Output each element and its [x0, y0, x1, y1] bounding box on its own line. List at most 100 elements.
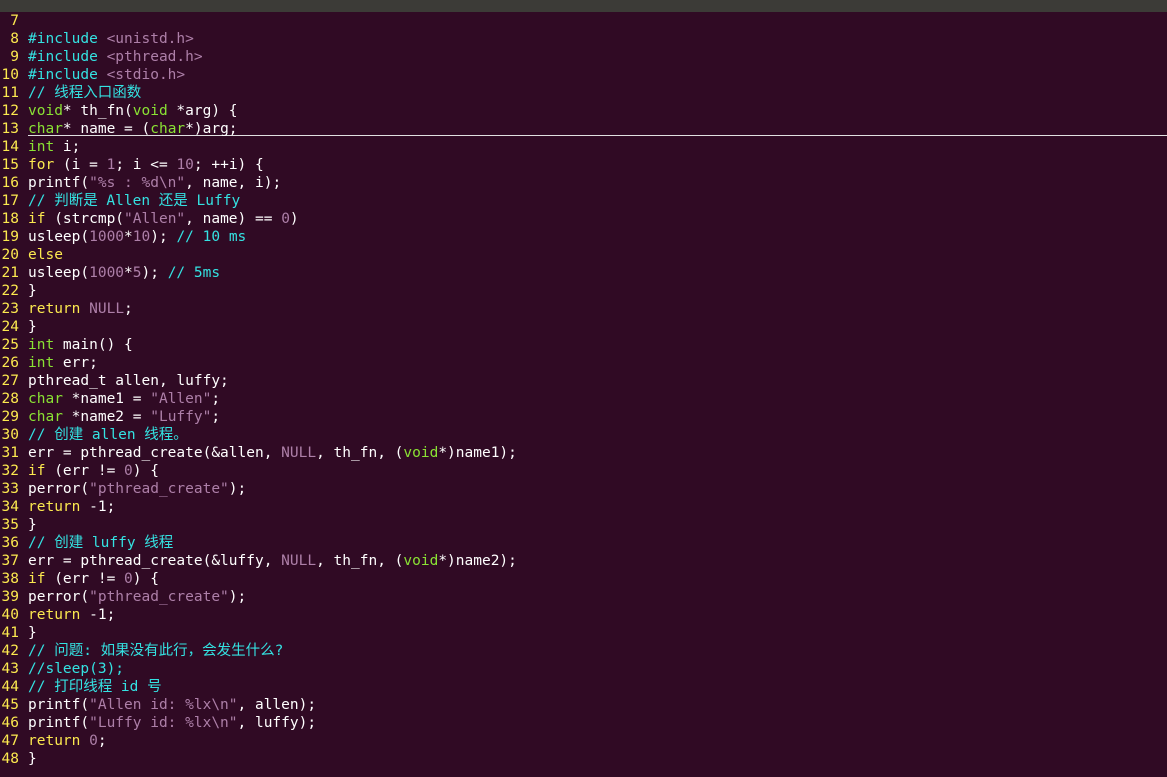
- code-token: int: [28, 139, 55, 155]
- code-token: ): [289, 211, 299, 227]
- code-token: (err !=: [45, 571, 125, 587]
- code-token: <pthread.h>: [97, 49, 203, 65]
- line-number: 16: [1, 175, 19, 191]
- line-number: 32: [1, 463, 19, 479]
- line-number: 36: [1, 535, 19, 551]
- code-token: ;: [211, 409, 221, 425]
- code-token: "pthread_create": [89, 481, 229, 497]
- line-number: 12: [1, 103, 19, 119]
- code-text: perror("pthread_create");: [28, 480, 246, 498]
- code-token: <stdio.h>: [97, 67, 186, 83]
- code-token: 0: [281, 211, 290, 227]
- code-token: 10: [132, 229, 151, 245]
- code-token: perror(: [28, 481, 90, 497]
- code-token: "Allen id: %lx\n": [89, 697, 238, 713]
- code-text: // 问题: 如果没有此行，会发生什么?: [28, 642, 283, 660]
- code-token: *: [124, 265, 133, 281]
- code-token: if: [28, 463, 46, 479]
- code-text: #include <stdio.h>: [28, 66, 185, 84]
- code-token: // 10 ms: [176, 229, 247, 245]
- code-token: "Allen": [150, 391, 212, 407]
- code-token: if: [28, 571, 46, 587]
- code-token: *name1 =: [62, 391, 151, 407]
- code-text: }: [28, 516, 37, 534]
- line-number: 27: [1, 373, 19, 389]
- code-token: // 问题: 如果没有此行，会发生什么?: [28, 643, 284, 659]
- code-token: 0: [89, 733, 98, 749]
- code-text: int main() {: [28, 336, 133, 354]
- code-token: *: [124, 229, 133, 245]
- code-text: printf("Allen id: %lx\n", allen);: [28, 696, 316, 714]
- code-token: "Luffy": [150, 409, 212, 425]
- code-token: // 5ms: [167, 265, 221, 281]
- code-token: * th_fn(: [62, 103, 133, 119]
- line-number: 7: [10, 13, 19, 29]
- code-text: // 打印线程 id 号: [28, 678, 162, 696]
- code-token: );: [141, 265, 168, 281]
- code-token: *name2 =: [62, 409, 151, 425]
- code-token: char: [28, 121, 63, 137]
- code-text: else: [28, 246, 63, 264]
- code-token: 1000: [89, 229, 125, 245]
- code-token: usleep(: [28, 229, 90, 245]
- code-text: // 创建 luffy 线程: [28, 534, 173, 552]
- code-token: 5: [132, 265, 142, 281]
- code-token: // 判断是 Allen 还是 Luffy: [28, 193, 241, 209]
- code-text: if (err != 0) {: [28, 570, 159, 588]
- code-text: if (err != 0) {: [28, 462, 159, 480]
- code-token: #include: [28, 67, 98, 83]
- code-token: , name, i);: [185, 175, 282, 191]
- code-text: usleep(1000*5); // 5ms: [28, 264, 220, 282]
- code-text: return -1;: [28, 606, 115, 624]
- code-text: char *name2 = "Luffy";: [28, 408, 220, 426]
- code-text: return NULL;: [28, 300, 133, 318]
- line-number: 34: [1, 499, 19, 515]
- code-text: }: [28, 282, 37, 300]
- code-token: printf(: [28, 175, 90, 191]
- line-number: 35: [1, 517, 19, 533]
- code-token: 10: [176, 157, 194, 173]
- code-token: pthread_t allen, luffy;: [28, 373, 229, 389]
- code-text: err = pthread_create(&luffy, NULL, th_fn…: [28, 552, 517, 570]
- code-text: return -1;: [28, 498, 115, 516]
- code-token: for: [28, 157, 55, 173]
- line-number: 38: [1, 571, 19, 587]
- code-token: char: [28, 391, 63, 407]
- code-token: char: [150, 121, 186, 137]
- code-token: <unistd.h>: [97, 31, 194, 47]
- line-number: 22: [1, 283, 19, 299]
- line-number: 33: [1, 481, 19, 497]
- line-number: 43: [1, 661, 19, 677]
- line-number: 24: [1, 319, 19, 335]
- code-token: else: [28, 247, 63, 263]
- code-token: printf(: [28, 697, 90, 713]
- code-token: 0: [124, 571, 133, 587]
- code-token: ) {: [132, 463, 159, 479]
- line-number: 45: [1, 697, 19, 713]
- line-number: 46: [1, 715, 19, 731]
- code-text: // 创建 allen 线程。: [28, 426, 188, 444]
- line-number: 30: [1, 427, 19, 443]
- code-text: int i;: [28, 138, 80, 156]
- line-number: 8: [10, 31, 19, 47]
- code-text: printf("%s : %d\n", name, i);: [28, 174, 281, 192]
- code-token: ) {: [132, 571, 159, 587]
- code-token: #include: [28, 31, 98, 47]
- line-number: 47: [1, 733, 19, 749]
- code-token: int: [28, 355, 55, 371]
- code-token: NULL: [281, 553, 317, 569]
- line-number: 40: [1, 607, 19, 623]
- code-text: perror("pthread_create");: [28, 588, 246, 606]
- code-token: void: [28, 103, 63, 119]
- code-token: i;: [54, 139, 81, 155]
- code-token: NULL: [281, 445, 317, 461]
- code-token: //sleep(3);: [28, 661, 125, 677]
- window-top-bar: [0, 0, 1167, 12]
- line-number: 11: [1, 85, 19, 101]
- line-number: 13: [1, 121, 19, 137]
- code-token: }: [28, 625, 37, 641]
- code-editor[interactable]: 7 8 #include <unistd.h> 9 #include <pthread.…: [0, 12, 1167, 777]
- code-token: );: [150, 229, 177, 245]
- line-number: 15: [1, 157, 19, 173]
